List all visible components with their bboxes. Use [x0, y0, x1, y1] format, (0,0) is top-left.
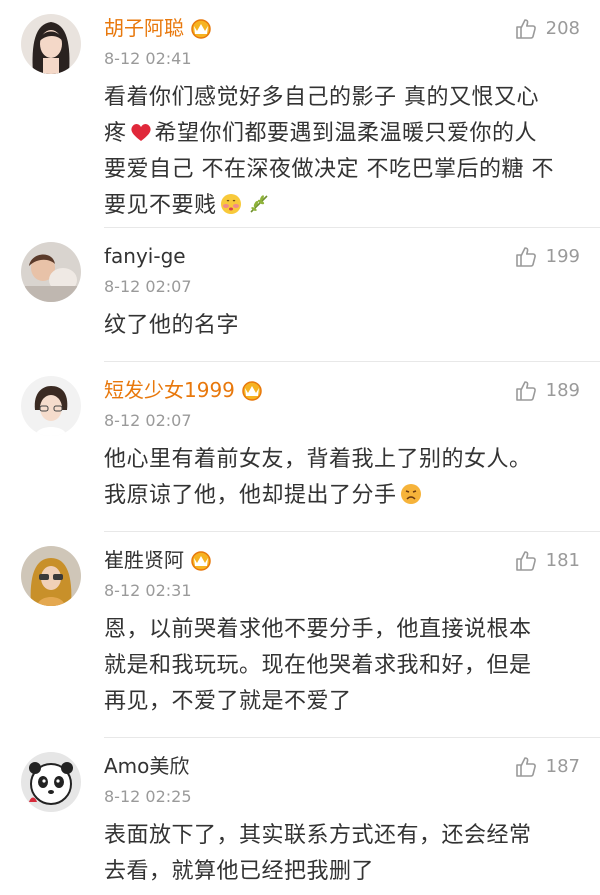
comment-feed: 胡子阿聪 8-12 02:41 208 看着你们感觉好多自己的影子 真的又恨又心… — [0, 0, 600, 895]
like-count: 181 — [545, 550, 580, 571]
comment-text: 他心里有着前女友，背着我上了别的女人。 我原谅了他，他却提出了分手 — [104, 447, 532, 508]
crown-icon — [191, 550, 211, 571]
crown-icon — [242, 380, 262, 401]
like-count: 199 — [545, 246, 580, 267]
timestamp: 8-12 02:41 — [104, 49, 192, 68]
avatar[interactable] — [21, 14, 81, 74]
username[interactable]: 胡子阿聪 — [104, 14, 214, 42]
like-button[interactable]: 199 — [514, 244, 580, 270]
like-count: 189 — [545, 380, 580, 401]
like-count: 187 — [545, 756, 580, 777]
like-count: 208 — [545, 18, 580, 39]
like-button[interactable]: 189 — [514, 378, 580, 404]
comment-item: 胡子阿聪 8-12 02:41 208 看着你们感觉好多自己的影子 真的又恨又心… — [0, 0, 600, 228]
heart-emoji — [130, 124, 151, 141]
thumbs-up-icon — [515, 757, 536, 777]
comment-item: 短发少女1999 8-12 02:07 189 他心里有着前女友，背着我上了别的… — [0, 362, 600, 532]
username[interactable]: 短发少女1999 — [104, 376, 265, 404]
timestamp: 8-12 02:07 — [104, 411, 192, 430]
crown-icon — [191, 18, 211, 39]
avatar[interactable] — [21, 242, 81, 302]
like-button[interactable]: 181 — [514, 548, 580, 574]
thumbs-up-icon — [515, 551, 536, 571]
comment-item: 崔胜贤阿 8-12 02:31 181 恩，以前哭着求他不要分手，他直接说根本 … — [0, 532, 600, 738]
username[interactable]: fanyi-ge — [104, 242, 186, 270]
comment-text: 纹了他的名字 — [104, 313, 240, 338]
comment-text: 恩，以前哭着求他不要分手，他直接说根本 就是和我玩玩。现在他哭着求我和好，但是 … — [104, 617, 532, 714]
avatar[interactable] — [21, 752, 81, 812]
timestamp: 8-12 02:31 — [104, 581, 192, 600]
timestamp: 8-12 02:25 — [104, 787, 192, 806]
thumbs-up-icon — [515, 381, 536, 401]
thumbs-up-icon — [515, 19, 536, 39]
comment-item: fanyi-ge 8-12 02:07 199 纹了他的名字 — [0, 228, 600, 362]
shy-face-emoji — [220, 194, 241, 214]
comment-item: Amo美欣 8-12 02:25 187 表面放下了，其实联系方式还有，还会经常… — [0, 738, 600, 895]
avatar[interactable] — [21, 546, 81, 606]
timestamp: 8-12 02:07 — [104, 277, 192, 296]
thumbs-up-icon — [515, 247, 536, 267]
comment-text: 看着你们感觉好多自己的影子 真的又恨又心 疼希望你们都要遇到温柔温暖只爱你的人 … — [104, 85, 554, 218]
comment-text: 表面放下了，其实联系方式还有，还会经常 去看，就算他已经把我删了 — [104, 823, 532, 884]
like-button[interactable]: 208 — [514, 16, 580, 42]
upset-face-emoji — [400, 484, 421, 504]
username[interactable]: Amo美欣 — [104, 752, 189, 780]
avatar[interactable] — [21, 376, 81, 436]
username[interactable]: 崔胜贤阿 — [104, 546, 214, 574]
olive-branch-emoji — [249, 195, 268, 213]
like-button[interactable]: 187 — [514, 754, 580, 780]
